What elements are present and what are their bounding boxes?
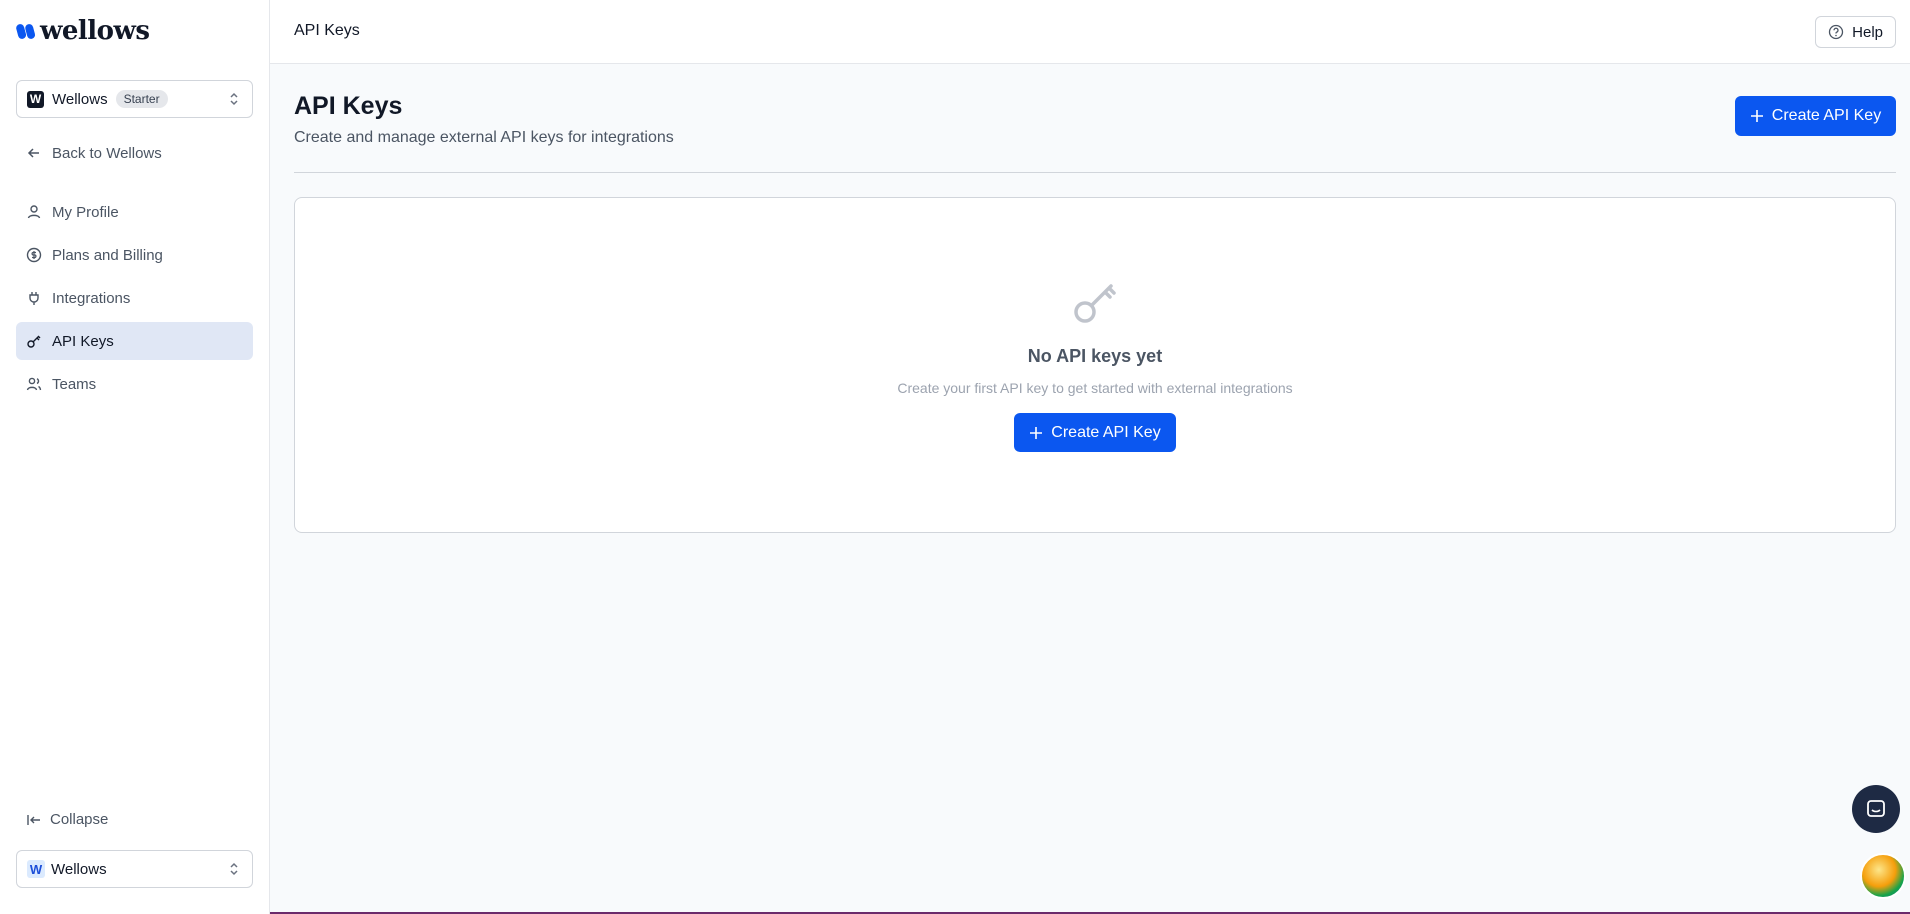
arrow-left-icon — [27, 148, 39, 158]
page-header: API Keys Create and manage external API … — [294, 92, 674, 147]
sidebar-item-label: Integrations — [52, 289, 131, 307]
sidebar-item-my-profile[interactable]: My Profile — [16, 193, 253, 231]
empty-state-description: Create your first API key to get started… — [897, 380, 1293, 396]
org-switcher[interactable]: W Wellows Starter — [16, 80, 253, 118]
user-icon — [27, 205, 41, 219]
plus-icon — [1030, 426, 1043, 439]
org-name: Wellows — [52, 90, 108, 108]
chevron-up-down-icon — [230, 92, 238, 106]
help-label: Help — [1852, 23, 1883, 41]
dollar-icon — [26, 247, 42, 263]
users-icon — [26, 377, 42, 391]
sidebar-item-label: My Profile — [52, 203, 119, 221]
org-badge: W — [27, 90, 44, 108]
api-keys-empty-card: No API keys yet Create your first API ke… — [294, 197, 1896, 533]
wellows-logo[interactable]: wellows — [16, 16, 150, 46]
sidebar-item-label: Teams — [52, 375, 97, 393]
sidebar-item-plans-and-billing[interactable]: Plans and Billing — [16, 236, 253, 274]
chat-icon — [1867, 800, 1885, 817]
create-first-api-key-button[interactable]: Create API Key — [1014, 413, 1176, 452]
assistant-avatar-button[interactable] — [1860, 853, 1906, 899]
wellows-logo-mark-icon — [16, 24, 36, 39]
back-to-wellows-link[interactable]: Back to Wellows — [16, 134, 253, 172]
sidebar-item-label: API Keys — [52, 332, 114, 350]
chevron-up-down-icon — [230, 862, 238, 876]
sidebar-item-api-keys[interactable]: API Keys — [16, 322, 253, 360]
plus-icon — [1750, 110, 1763, 122]
page-title: API Keys — [294, 92, 403, 120]
back-link-label: Back to Wellows — [52, 144, 162, 162]
plug-icon — [29, 292, 39, 305]
sidebar: wellows W Wellows Starter Back to Wellow… — [0, 0, 270, 914]
sidebar-item-integrations[interactable]: Integrations — [16, 279, 253, 317]
key-icon — [27, 335, 41, 348]
create-api-key-label: Create API Key — [1771, 107, 1882, 124]
chat-launcher-button[interactable] — [1852, 785, 1900, 833]
collapse-button[interactable]: Collapse — [26, 811, 108, 828]
plan-chip: Starter — [115, 90, 168, 108]
header-divider — [294, 172, 1896, 173]
collapse-label: Collapse — [50, 811, 109, 828]
org-name: Wellows — [51, 860, 107, 878]
key-icon — [1074, 284, 1116, 323]
logo-text: wellows — [40, 16, 150, 46]
org-badge: W — [27, 860, 45, 878]
page-subtitle: Create and manage external API keys for … — [294, 129, 674, 146]
help-button[interactable]: Help — [1815, 16, 1896, 48]
help-icon — [1828, 24, 1844, 40]
bottom-org-switcher[interactable]: W Wellows — [16, 850, 253, 888]
collapse-icon — [27, 814, 40, 825]
top-bar: API Keys Help — [270, 0, 1910, 64]
create-api-key-label: Create API Key — [1051, 423, 1161, 441]
sidebar-item-teams[interactable]: Teams — [16, 365, 253, 403]
topbar-title: API Keys — [294, 22, 360, 39]
create-api-key-button[interactable]: Create API Key — [1735, 96, 1896, 136]
empty-state-title: No API keys yet — [1027, 346, 1163, 366]
sidebar-item-label: Plans and Billing — [52, 246, 163, 264]
